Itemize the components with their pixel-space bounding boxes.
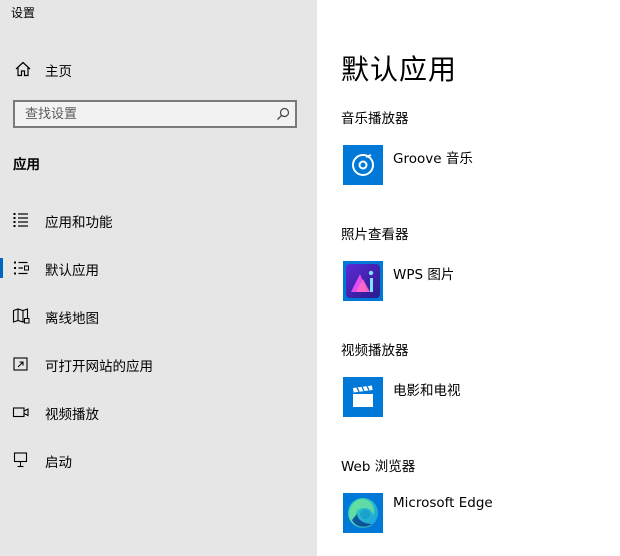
default-app-browser[interactable]: Microsoft Edge	[341, 493, 601, 537]
apps-list-icon	[13, 213, 28, 227]
sidebar-item-offline-maps[interactable]: 离线地图	[0, 300, 317, 332]
window-title: 设置	[11, 6, 36, 20]
sidebar-item-label: 启动	[45, 455, 72, 471]
search-icon[interactable]	[276, 107, 290, 121]
sidebar-home-label: 主页	[45, 64, 72, 80]
edge-browser-icon	[343, 493, 383, 533]
search-input[interactable]	[15, 102, 275, 126]
selection-indicator	[0, 258, 3, 278]
home-icon	[15, 61, 31, 77]
video-playback-icon	[12, 407, 29, 418]
sidebar-home[interactable]: 主页	[0, 54, 317, 84]
section-header-apps: 应用	[13, 157, 40, 173]
category-video-player: 视频播放器	[341, 343, 409, 359]
category-photo-viewer: 照片查看器	[341, 227, 409, 243]
sidebar-item-video-playback[interactable]: 视频播放	[0, 396, 317, 428]
sidebar-item-label: 可打开网站的应用	[45, 359, 153, 375]
groove-music-icon	[343, 145, 383, 185]
category-music-player: 音乐播放器	[341, 111, 409, 127]
sidebar-item-label: 离线地图	[45, 311, 99, 327]
movies-tv-icon	[343, 377, 383, 417]
main-content: 默认应用 音乐播放器 Groove 音乐 照片查看器 WPS 图片 视频播放器 …	[317, 0, 620, 556]
app-name: Groove 音乐	[393, 151, 473, 167]
sidebar-item-label: 视频播放	[45, 407, 99, 423]
wps-pictures-icon	[343, 261, 383, 301]
app-name: 电影和电视	[393, 383, 461, 399]
search-box[interactable]	[13, 100, 297, 128]
page-title: 默认应用	[341, 53, 458, 86]
sidebar-item-apps-for-websites[interactable]: 可打开网站的应用	[0, 348, 317, 380]
app-name: Microsoft Edge	[393, 495, 493, 511]
default-apps-icon	[14, 261, 29, 275]
default-app-music[interactable]: Groove 音乐	[341, 145, 601, 189]
startup-icon	[13, 452, 28, 468]
category-web-browser: Web 浏览器	[341, 459, 416, 475]
sidebar-item-apps-features[interactable]: 应用和功能	[0, 204, 317, 236]
sidebar-item-label: 应用和功能	[45, 215, 113, 231]
sidebar: 设置 主页 应用	[0, 0, 317, 556]
open-website-icon	[13, 357, 28, 371]
sidebar-item-default-apps[interactable]: 默认应用	[0, 252, 317, 284]
offline-map-icon	[12, 308, 30, 324]
sidebar-item-startup[interactable]: 启动	[0, 444, 317, 476]
default-app-video[interactable]: 电影和电视	[341, 377, 601, 421]
app-name: WPS 图片	[393, 267, 455, 283]
settings-window: 设置 主页 应用	[0, 0, 620, 556]
sidebar-item-label: 默认应用	[45, 263, 99, 279]
default-app-photos[interactable]: WPS 图片	[341, 261, 601, 305]
